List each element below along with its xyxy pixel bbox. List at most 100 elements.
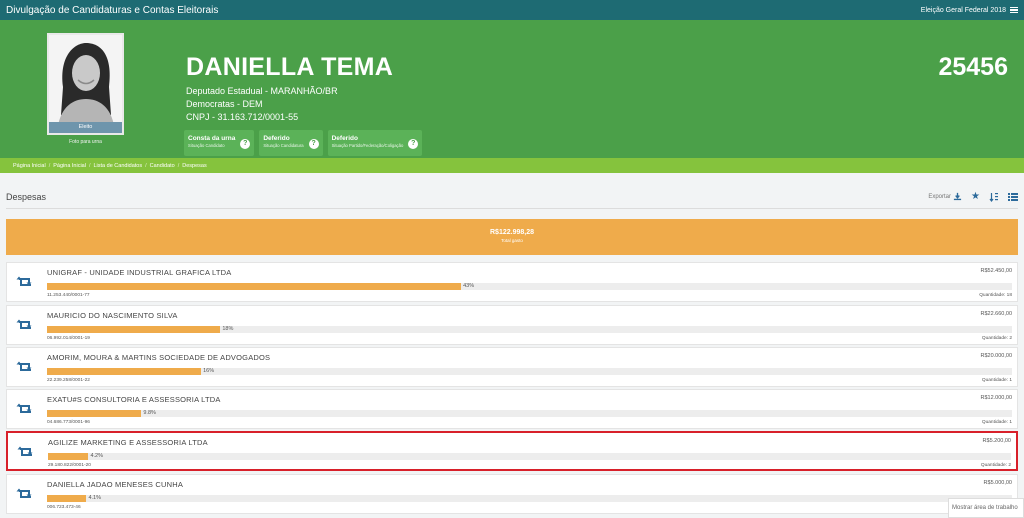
status-box-candidacy[interactable]: Deferido Situação Candidatura ?	[259, 130, 323, 156]
percentage-bar-track: 4.2%	[48, 453, 1011, 460]
menu-icon[interactable]	[1010, 6, 1018, 14]
toolbar: Exportar ★	[928, 191, 1018, 202]
supplier-name[interactable]: AGILIZE MARKETING E ASSESSORIA LTDA	[48, 438, 208, 447]
candidate-party: Democratas - DEM	[186, 99, 263, 109]
percentage-bar-track: 16%	[47, 368, 1012, 375]
percentage-bar-fill	[47, 410, 142, 417]
retweet-icon[interactable]	[17, 445, 35, 459]
expense-item[interactable]: UNIGRAF - UNIDADE INDUSTRIAL GRAFICA LTD…	[6, 262, 1018, 302]
retweet-icon[interactable]	[16, 275, 34, 289]
supplier-name[interactable]: DANIELLA JADAO MENESES CUNHA	[47, 480, 183, 489]
desktop-tooltip: Mostrar área de trabalho	[948, 498, 1024, 518]
help-icon[interactable]: ?	[308, 139, 319, 149]
top-bar: Divulgação de Candidaturas e Contas Elei…	[0, 0, 1024, 20]
expense-amount: R$22.660,00	[980, 311, 1013, 317]
supplier-document: 11.253.440/0001-77	[47, 293, 90, 298]
breadcrumb-candidate-list[interactable]: Lista de Candidatos	[94, 163, 143, 169]
expense-quantity: Quantidade: 1	[981, 378, 1012, 383]
total-spent-value: R$122.998,28	[490, 229, 534, 236]
candidate-portrait-image	[49, 35, 122, 133]
total-spent-label: Total gasto	[501, 238, 523, 243]
election-name: Eleição Geral Federal 2018	[920, 6, 1006, 14]
candidate-header: Eleito Foto para urna DANIELLA TEMA Depu…	[0, 20, 1024, 158]
breadcrumb-home[interactable]: Página Inicial	[13, 163, 46, 169]
export-label: Exportar	[928, 193, 952, 200]
download-icon	[953, 192, 962, 201]
percentage-bar-track: 4.1%	[47, 495, 1012, 502]
percentage-bar-fill	[47, 326, 221, 333]
percentage-label: 4.1%	[88, 495, 102, 501]
sort-icon[interactable]	[989, 192, 999, 202]
supplier-name[interactable]: AMORIM, MOURA & MARTINS SOCIEDADE DE ADV…	[47, 353, 270, 362]
expense-item[interactable]: EXATU#S CONSULTORIA E ASSESSORIA LTDA R$1…	[6, 389, 1018, 429]
percentage-bar-fill	[47, 495, 87, 502]
supplier-document: 06.992.014/0001-19	[47, 336, 90, 341]
candidate-info: Deputado Estadual - MARANHÃO/BR Democrat…	[186, 85, 338, 124]
expense-item[interactable]: AMORIM, MOURA & MARTINS SOCIEDADE DE ADV…	[6, 347, 1018, 387]
breadcrumb-current: Despesas	[182, 162, 207, 169]
total-spent-box: R$122.998,28 Total gasto	[6, 219, 1018, 255]
breadcrumb: Página Inicial / Página Inicial / Lista de…	[0, 158, 1024, 173]
help-icon[interactable]: ?	[240, 139, 251, 149]
percentage-bar-track: 9.8%	[47, 410, 1012, 417]
candidate-office: Deputado Estadual - MARANHÃO/BR	[186, 86, 338, 96]
breadcrumb-home-2[interactable]: Página Inicial	[53, 163, 86, 169]
candidate-cnpj: CNPJ - 31.163.712/0001-55	[186, 112, 299, 122]
percentage-bar-fill	[47, 368, 202, 375]
help-icon[interactable]: ?	[408, 139, 419, 149]
percentage-label: 18%	[222, 326, 234, 332]
retweet-icon[interactable]	[16, 360, 34, 374]
status-subtitle: Situação Candidato	[188, 143, 225, 148]
app-title[interactable]: Divulgação de Candidaturas e Contas Elei…	[6, 5, 218, 16]
status-title: Deferido	[331, 135, 358, 142]
supplier-document: 006.723.473-46	[47, 505, 81, 510]
percentage-bar-track: 43%	[47, 283, 1012, 290]
star-icon[interactable]: ★	[971, 191, 980, 202]
supplier-name[interactable]: MAURICIO DO NASCIMENTO SILVA	[47, 311, 178, 320]
percentage-bar-track: 18%	[47, 326, 1012, 333]
breadcrumb-candidate[interactable]: Candidato	[150, 163, 175, 169]
supplier-document: 22.239.258/0001-22	[47, 378, 90, 383]
supplier-document: 29.180.822/0001-20	[48, 463, 91, 468]
candidate-name: DANIELLA TEMA	[186, 53, 394, 81]
supplier-name[interactable]: UNIGRAF - UNIDADE INDUSTRIAL GRAFICA LTD…	[47, 268, 231, 277]
status-title: Consta da urna	[188, 135, 236, 142]
expense-quantity: Quantidade: 18	[979, 293, 1012, 298]
list-view-icon[interactable]	[1008, 192, 1018, 202]
expense-amount: R$52.450,00	[980, 268, 1013, 274]
candidate-photo[interactable]: Eleito	[47, 33, 124, 135]
percentage-label: 43%	[463, 283, 475, 289]
supplier-document: 04.686.773/0001-96	[47, 420, 90, 425]
expense-amount: R$5.200,00	[982, 438, 1011, 444]
expense-amount: R$12.000,00	[980, 395, 1013, 401]
status-title: Deferido	[263, 135, 290, 142]
expense-quantity: Quantidade: 2	[981, 336, 1012, 341]
percentage-label: 4.2%	[90, 453, 103, 459]
status-boxes: Consta da urna Situação Candidato ? Defe…	[184, 130, 423, 156]
status-subtitle: Situação Candidatura	[263, 143, 304, 148]
retweet-icon[interactable]	[16, 402, 34, 416]
section-title: Despesas	[6, 191, 47, 202]
status-box-candidate[interactable]: Consta da urna Situação Candidato ?	[184, 130, 255, 156]
supplier-name[interactable]: EXATU#S CONSULTORIA E ASSESSORIA LTDA	[47, 395, 221, 404]
candidate-photo-card: Eleito Foto para urna	[47, 33, 124, 154]
expense-item[interactable]: AGILIZE MARKETING E ASSESSORIA LTDA R$5.2…	[6, 431, 1018, 471]
status-subtitle: Situação Partido/Federação/Coligação	[331, 143, 404, 148]
expense-amount: R$5.000,00	[983, 480, 1012, 486]
expense-item[interactable]: DANIELLA JADAO MENESES CUNHA R$5.000,00 4.…	[6, 474, 1018, 514]
percentage-bar-fill	[47, 283, 462, 290]
retweet-icon[interactable]	[16, 487, 34, 501]
expense-quantity: Quantidade: 1	[981, 420, 1012, 425]
expense-amount: R$20.000,00	[980, 353, 1013, 359]
percentage-label: 9.8%	[143, 410, 156, 416]
candidate-number: 25456	[938, 53, 1008, 81]
export-button[interactable]: Exportar	[928, 192, 962, 201]
percentage-label: 16%	[203, 368, 215, 374]
retweet-icon[interactable]	[16, 318, 34, 332]
percentage-bar-fill	[48, 453, 89, 460]
status-box-party[interactable]: Deferido Situação Partido/Federação/Coli…	[327, 130, 423, 156]
expense-item[interactable]: MAURICIO DO NASCIMENTO SILVA R$22.660,00 1…	[6, 305, 1018, 345]
photo-caption: Foto para urna	[69, 139, 102, 145]
elected-status-label: Eleito	[49, 122, 122, 133]
section-header: Despesas Exportar ★	[6, 185, 1018, 209]
